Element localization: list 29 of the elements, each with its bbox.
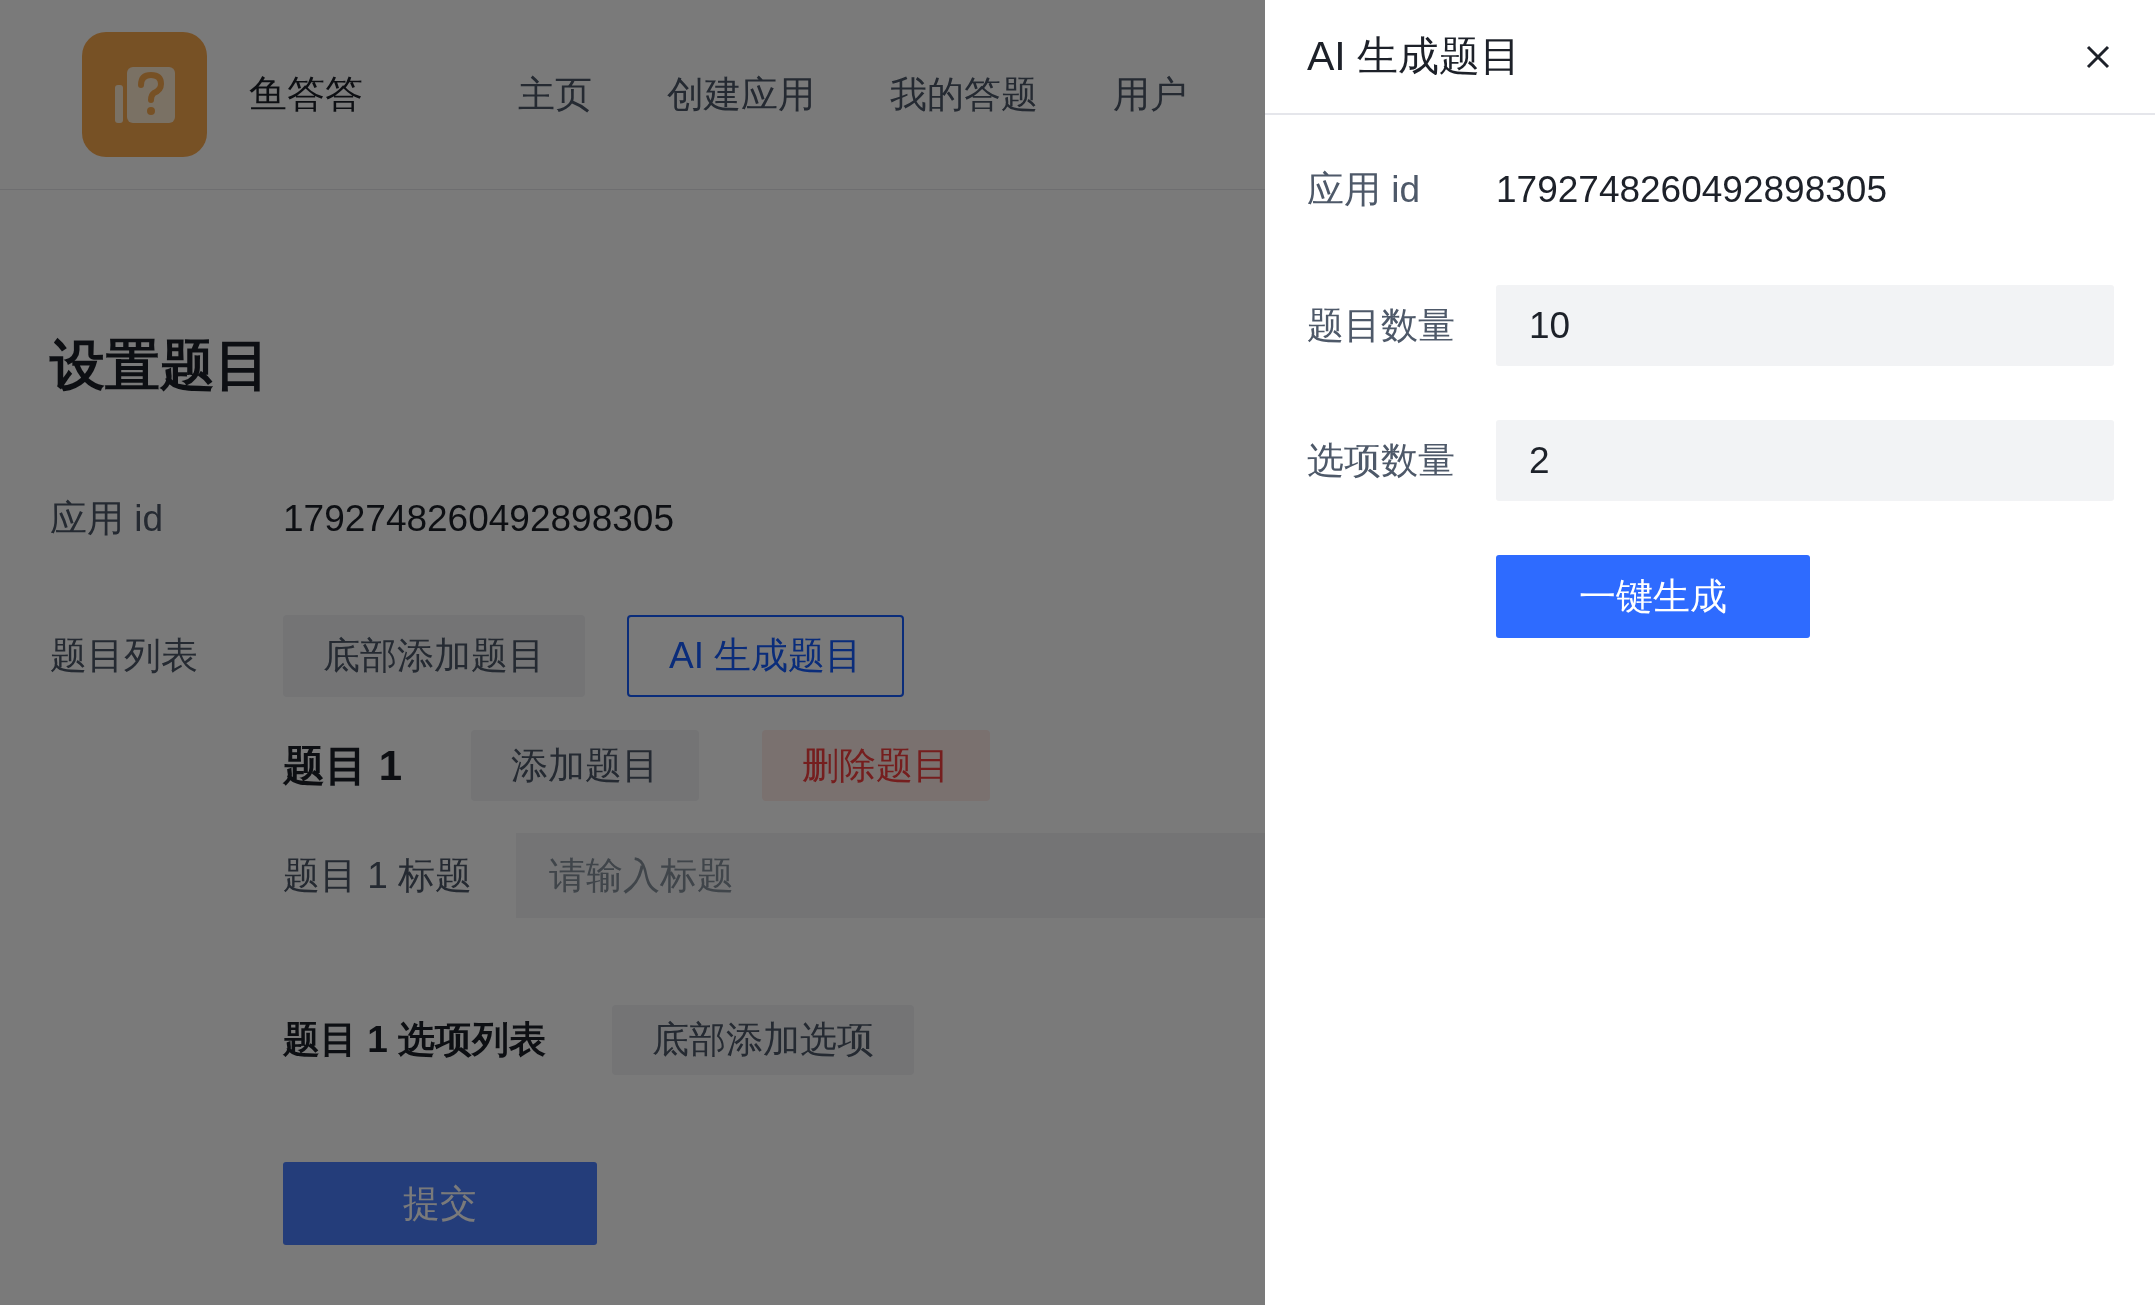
field-value: 1792748260492898305 — [1496, 168, 1887, 213]
field-label: 应用 id — [1307, 168, 1422, 213]
field-value: 1792748260492898305 — [283, 497, 674, 542]
nav-link[interactable]: 我的答题 — [890, 66, 1038, 123]
nav-link[interactable]: 用户 — [1113, 66, 1187, 123]
app-name: 鱼答答 — [249, 72, 363, 117]
drawer-title: AI 生成题目 — [1307, 31, 1522, 81]
button[interactable]: 底部添加题目 — [283, 615, 585, 697]
button[interactable]: 添加题目 — [471, 730, 699, 801]
page-title: 设置题目 — [50, 332, 271, 398]
field-label: 选项数量 — [1307, 438, 1456, 483]
field-label: 题目 1 标题 — [283, 853, 474, 898]
nav-link[interactable]: 主页 — [518, 66, 592, 123]
generate-button[interactable]: 一键生成 — [1496, 555, 1810, 638]
submit-button[interactable]: 提交 — [283, 1162, 597, 1245]
button[interactable]: AI 生成题目 — [627, 615, 905, 697]
button[interactable]: 底部添加选项 — [612, 1005, 914, 1075]
close-icon — [2085, 43, 2111, 70]
button[interactable]: 删除题目 — [762, 730, 990, 801]
field-label: 题目数量 — [1307, 303, 1456, 348]
number-input[interactable]: 10 — [1496, 285, 2114, 366]
options-heading: 题目 1 选项列表 — [283, 1018, 548, 1063]
field-label: 题目列表 — [50, 634, 199, 679]
field-label: 应用 id — [50, 497, 165, 542]
close-button[interactable] — [2085, 43, 2111, 70]
question-title: 题目 1 — [283, 741, 404, 791]
number-input[interactable]: 2 — [1496, 420, 2114, 501]
logo-icon — [82, 32, 207, 157]
nav-link[interactable]: 创建应用 — [667, 66, 815, 123]
